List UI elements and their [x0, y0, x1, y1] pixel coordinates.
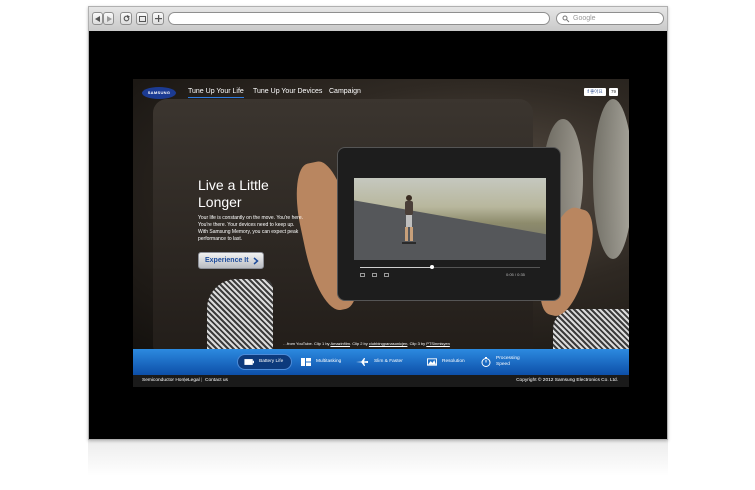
nav-campaign[interactable]: Campaign	[329, 88, 361, 95]
credit-text: . Clip 2 by	[350, 341, 369, 346]
feature-label: Multitasking	[316, 359, 342, 364]
credit-text: …from YouTube. Clip 1 by	[283, 341, 331, 346]
stopwatch-icon	[481, 357, 491, 367]
image-icon	[427, 358, 437, 366]
left-sleeve	[207, 279, 273, 349]
battery-icon	[244, 359, 254, 365]
bookmark-icon	[138, 15, 146, 22]
volume-icon[interactable]	[372, 273, 377, 277]
credit-link-3[interactable]: PTSinmisyen	[426, 341, 450, 346]
footer-link-contact[interactable]: Contact us	[205, 378, 228, 383]
search-field[interactable]: Google	[556, 12, 664, 25]
video-time: 0:05 / 0:35	[506, 272, 525, 277]
video-credit: …from YouTube. Clip 1 by Amazinfilm. Cli…	[283, 341, 450, 346]
headline-line-1: Live a Little	[198, 177, 269, 193]
footer-link-legal[interactable]: Legal	[188, 378, 200, 383]
video-scrubber[interactable]	[430, 265, 434, 269]
credit-link-1[interactable]: Amazinfilm	[330, 341, 350, 346]
samsung-logo[interactable]: SAMSUNG	[142, 87, 176, 99]
forward-arrow-icon	[106, 15, 112, 22]
footer-separator: |	[184, 378, 186, 383]
back-button[interactable]	[92, 12, 103, 25]
nav-tune-up-your-life[interactable]: Tune Up Your Life	[188, 88, 244, 98]
bookmark-button[interactable]	[136, 12, 148, 25]
nav-tune-up-your-devices[interactable]: Tune Up Your Devices	[253, 88, 322, 95]
back-arrow-icon	[94, 15, 100, 22]
footer-separator: |	[201, 378, 203, 383]
window-reflection	[88, 440, 668, 476]
search-placeholder: Google	[573, 15, 596, 22]
feature-multitasking[interactable]: Multitasking	[301, 354, 341, 370]
footer-link-semiconductor-home[interactable]: Semiconductor Home	[142, 378, 188, 383]
play-icon[interactable]	[360, 273, 365, 277]
video-road	[354, 196, 546, 260]
airplane-window	[593, 99, 629, 259]
top-navigation: SAMSUNG Tune Up Your Life Tune Up Your D…	[133, 79, 629, 107]
search-icon	[562, 15, 570, 23]
like-count: 79	[609, 88, 618, 96]
cta-label: Experience It	[205, 257, 249, 264]
browser-toolbar: Google	[89, 7, 667, 32]
tablet-device: 0:05 / 0:35	[337, 147, 561, 301]
video-progress-fill	[360, 267, 432, 268]
add-tab-button[interactable]	[152, 12, 164, 25]
skateboarder-figure	[402, 195, 416, 244]
body-line: Your life is constantly on the move. You…	[198, 215, 304, 221]
reload-icon	[123, 15, 130, 22]
browser-window: Google 0:05 / 0:35 Live a Little Longer …	[88, 6, 668, 440]
body-line: You're there. Your devices need to keep …	[198, 222, 295, 228]
body-line: performance to last.	[198, 236, 243, 242]
body-line: With Samsung Memory, you can expect peak	[198, 229, 299, 235]
samsung-site: 0:05 / 0:35 Live a Little Longer Your li…	[133, 79, 629, 387]
hero-headline: Live a Little Longer	[198, 177, 348, 211]
chevron-right-icon	[253, 257, 259, 265]
feature-resolution[interactable]: Resolution	[427, 354, 465, 370]
experience-it-button[interactable]: Experience It	[198, 252, 264, 269]
facebook-icon: f	[587, 89, 589, 94]
credit-text: . Clip 3 by	[407, 341, 427, 346]
feature-label: Battery Life	[259, 359, 284, 364]
video-controls: 0:05 / 0:35	[354, 262, 546, 282]
reload-button[interactable]	[120, 12, 132, 25]
feature-slim-faster[interactable]: Slim & Faster	[355, 354, 403, 370]
fullscreen-icon[interactable]	[384, 273, 389, 277]
forward-button[interactable]	[103, 12, 114, 25]
facebook-like-label: 좋아요	[590, 89, 603, 94]
page-viewport: 0:05 / 0:35 Live a Little Longer Your li…	[89, 31, 667, 439]
feature-bar: Battery Life Multitasking Slim & Faster …	[133, 349, 629, 375]
address-bar[interactable]	[168, 12, 550, 25]
video-screen[interactable]	[354, 178, 546, 260]
headline-line-2: Longer	[198, 194, 242, 210]
feature-label: Resolution	[442, 359, 465, 364]
feature-processing-speed[interactable]: Processing Speed	[481, 354, 526, 370]
copyright-text: Copyright © 2012 Samsung Electronics Co.…	[516, 378, 618, 383]
site-footer: Semiconductor Home | Legal | Contact us …	[133, 375, 629, 387]
facebook-like-button[interactable]: f 좋아요	[584, 88, 606, 96]
feature-label: Slim & Faster	[374, 359, 403, 364]
hero-body: Your life is constantly on the move. You…	[198, 215, 328, 243]
right-sleeve	[553, 309, 629, 349]
credit-link-2[interactable]: clubbingpanasonicjen	[369, 341, 407, 346]
feature-battery-life[interactable]: Battery Life	[237, 354, 293, 370]
plus-icon	[154, 15, 162, 22]
feature-label: Processing Speed	[496, 356, 520, 367]
hero-section: 0:05 / 0:35 Live a Little Longer Your li…	[133, 79, 629, 349]
multitask-icon	[301, 358, 311, 366]
plane-icon	[356, 358, 368, 366]
